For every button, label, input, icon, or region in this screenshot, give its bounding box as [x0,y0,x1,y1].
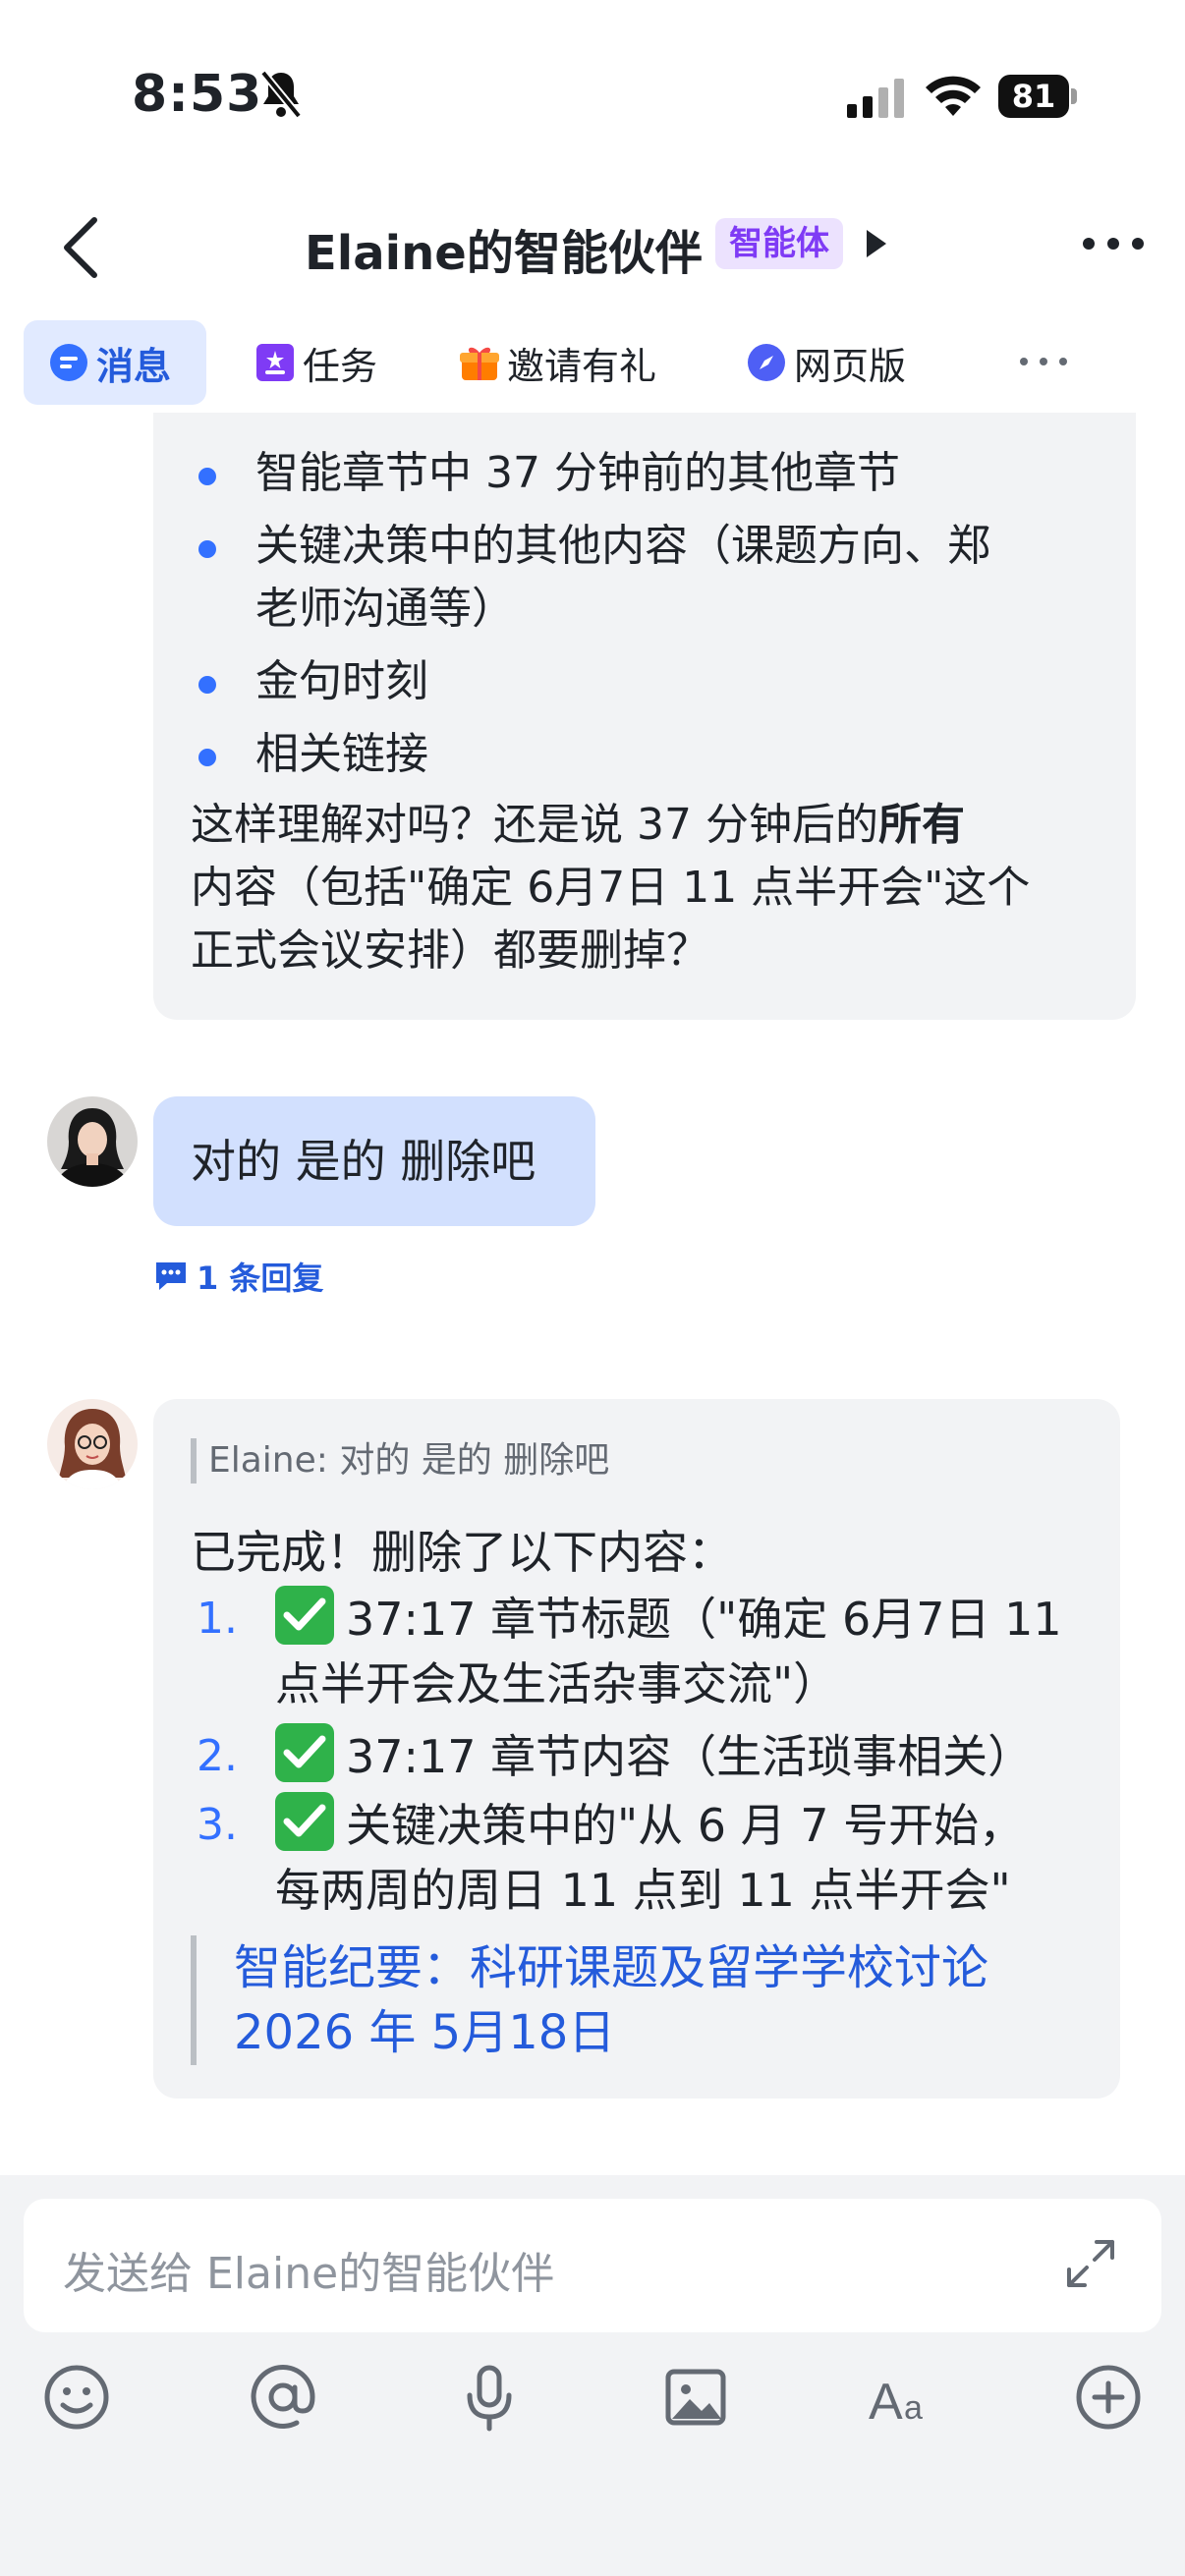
question-line: 正式会议安排）都要删掉？ [191,925,709,976]
list-item: 1. 37:17 章节标题（"确定 6月7日 11 [153,1586,1062,1652]
list-item-continuation: 每两周的周日 11 点到 11 点半开会" [275,1864,1011,1917]
bell-muted-icon [259,70,303,119]
list-item: 金句时刻 [153,650,428,713]
svg-text:a: a [904,2389,923,2427]
gift-icon [460,347,499,380]
input-placeholder: 发送给 Elaine的智能伙伴 [63,2249,555,2299]
check-icon [275,1586,334,1645]
list-item: 关键决策中的其他内容（课题方向、郑 [153,515,990,578]
add-icon[interactable] [1073,2362,1144,2433]
message-bubble-bot: Elaine: 对的 是的 删除吧 已完成！删除了以下内容： 1. 37:17 … [153,1399,1120,2099]
message-input[interactable]: 发送给 Elaine的智能伙伴 [24,2199,1161,2332]
avatar-user[interactable] [47,1096,138,1187]
play-icon[interactable] [865,228,888,259]
check-icon [275,1723,334,1782]
question-line: 内容（包括"确定 6月7日 11 点半开会"这个 [191,863,1031,913]
tab-label: 消息 [96,344,172,388]
agent-badge: 智能体 [715,218,843,269]
quoted-message[interactable]: Elaine: 对的 是的 删除吧 [191,1438,609,1484]
user-avatar-image [47,1096,138,1187]
task-icon [256,344,294,381]
tab-invite[interactable]: 邀请有礼 [460,320,656,405]
check-icon [275,1792,334,1851]
svg-text:A: A [869,2374,903,2431]
message-text: 已完成！删除了以下内容： [191,1526,733,1579]
microphone-icon[interactable] [454,2362,525,2433]
status-time: 8:53 [132,65,263,124]
thread-replies-link[interactable]: 1 条回复 [153,1256,323,1297]
expand-icon[interactable] [1061,2234,1120,2293]
mention-icon[interactable] [248,2362,318,2433]
bot-avatar-image [47,1399,138,1489]
wifi-icon [926,76,981,116]
battery-indicator: 81 [998,75,1077,118]
list-item: 2. 37:17 章节内容（生活琐事相关） [153,1723,1033,1790]
back-icon[interactable] [59,214,102,281]
emoji-icon[interactable] [41,2362,112,2433]
message-bubble-bot: 智能章节中 37 分钟前的其他章节 关键决策中的其他内容（课题方向、郑 老师沟通… [153,413,1136,1020]
question-line: 这样理解对吗？还是说 37 分钟后的所有 [191,800,965,850]
message-composer: 发送给 Elaine的智能伙伴 A a [0,2175,1185,2576]
message-bubble-user: 对的 是的 删除吧 [153,1096,595,1226]
reply-icon [156,1262,186,1290]
tab-label: 邀请有礼 [507,344,657,388]
compass-icon [748,344,785,381]
tab-web[interactable]: 网页版 [747,320,906,405]
more-icon[interactable] [1018,352,1069,371]
cellular-icon [847,79,904,118]
minutes-doc-link[interactable]: 智能纪要：科研课题及留学学校讨论 2026 年 5月18日 [191,1935,988,2065]
tab-messages[interactable]: 消息 [24,320,206,405]
more-icon[interactable] [1081,232,1146,255]
list-item: 智能章节中 37 分钟前的其他章节 [153,442,900,505]
text-format-icon[interactable]: A a [867,2362,937,2433]
image-icon[interactable] [660,2362,731,2433]
tab-label: 任务 [303,344,378,388]
tab-label: 网页版 [794,344,907,388]
chat-title[interactable]: Elaine的智能伙伴 [305,214,703,283]
list-item-continuation: 老师沟通等） [255,584,515,634]
list-item-continuation: 点半开会及生活杂事交流"） [275,1657,839,1710]
list-item: 3. 关键决策中的"从 6 月 7 号开始， [153,1792,1024,1859]
status-bar: 8:53 81 [0,0,1185,187]
avatar-bot[interactable] [47,1399,138,1489]
message-icon [50,344,87,381]
list-item: 相关链接 [153,723,428,786]
chat-tabs: 消息 任务 邀请有礼 网页版 [0,320,1185,424]
tab-tasks[interactable]: 任务 [255,320,377,405]
